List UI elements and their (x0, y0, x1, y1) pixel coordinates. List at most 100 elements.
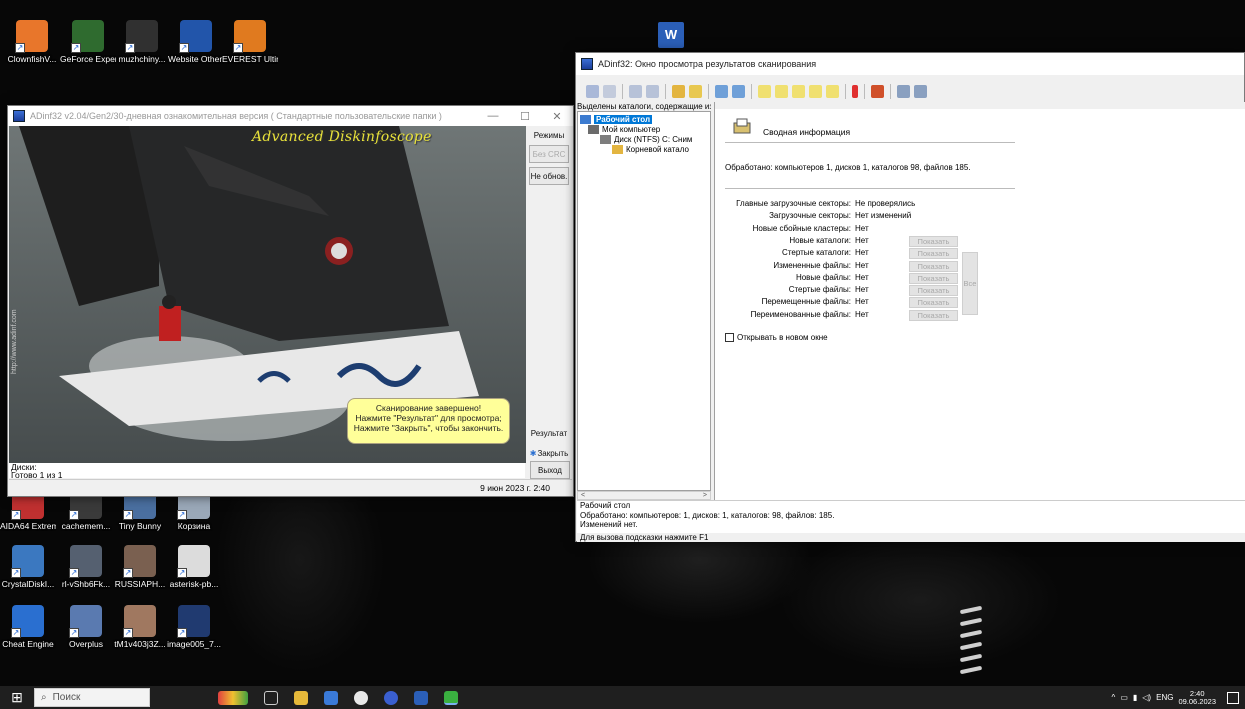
status-path: Рабочий стол (580, 501, 631, 510)
desktop-shortcut[interactable]: ↗ RUSSIAPH... (112, 545, 168, 589)
show-all-button[interactable]: Все (962, 252, 978, 315)
folder-new-icon[interactable] (672, 84, 685, 98)
show-details-button[interactable]: Показать (909, 285, 958, 297)
language-indicator[interactable]: ENG (1156, 693, 1173, 702)
summary-row-value: Нет изменений (855, 211, 912, 221)
show-details-button[interactable]: Показать (909, 248, 958, 260)
task-view-icon[interactable] (264, 690, 278, 705)
tree-item[interactable]: Диск (NTFS) C: Сним (600, 135, 692, 144)
alert-icon[interactable] (852, 84, 858, 98)
desktop-shortcut-label: Overplus (68, 639, 103, 649)
tray-expand-icon[interactable]: ^ (1112, 693, 1116, 702)
desktop-shortcut[interactable]: ↗EVEREST Ultima... (222, 20, 278, 64)
tree-item[interactable]: Корневой катало (612, 145, 689, 154)
desktop-shortcut[interactable]: ↗ Cheat Engine (0, 605, 56, 649)
summary-row: Новые каталоги: Нет Показать (715, 235, 1015, 247)
up-arrow-icon[interactable] (629, 84, 642, 98)
summary-row-key: Главные загрузочные секторы: (736, 199, 851, 208)
close-window-button[interactable]: ✕ (541, 110, 573, 123)
volume-icon[interactable]: ◁) (1142, 693, 1151, 702)
no-update-button[interactable]: Не обнов. (529, 167, 569, 185)
file-moved-icon[interactable] (809, 84, 822, 98)
main-title-bar[interactable]: ADinf32 v2.04/Gen2/30-дневная ознакомите… (8, 106, 573, 126)
tree-item-label: Мой компьютер (602, 125, 661, 134)
adinf-taskbar-icon[interactable] (444, 690, 458, 705)
taskbar-search[interactable]: ⌕ Поиск (34, 688, 150, 707)
folder-changed-icon[interactable] (689, 84, 702, 98)
toolbar-separator (890, 83, 891, 99)
desktop-shortcut[interactable]: ↗ image005_7... (166, 605, 222, 649)
tree-item[interactable]: Мой компьютер (588, 125, 660, 134)
no-crc-button[interactable]: Без CRC (529, 145, 569, 163)
results-app-icon (581, 58, 593, 70)
desktop-shortcut-label: Website Other s (168, 54, 224, 64)
adinf-main-window: ADinf32 v2.04/Gen2/30-дневная ознакомите… (7, 105, 574, 497)
word-taskbar-icon[interactable] (414, 690, 428, 705)
open-new-window-option[interactable]: Открывать в новом окне (725, 333, 828, 342)
show-details-button[interactable]: Показать (909, 297, 958, 309)
show-details-button[interactable]: Показать (909, 309, 958, 321)
shortcut-arrow-icon: ↗ (177, 568, 187, 578)
file-deleted-icon[interactable] (792, 84, 805, 98)
shortcut-arrow-icon: ↗ (179, 43, 189, 53)
show-details-button[interactable]: Показать (909, 272, 958, 284)
desktop-shortcut[interactable]: ↗GeForce Experience (60, 20, 116, 64)
balloon-line-3: Нажмите "Закрыть", чтобы закончить. (353, 423, 504, 433)
toolbar-separator (864, 83, 865, 99)
main-window-title: ADinf32 v2.04/Gen2/30-дневная ознакомите… (30, 111, 442, 121)
shortcut-arrow-icon: ↗ (123, 628, 133, 638)
window-icon[interactable] (914, 84, 927, 98)
desktop-shortcut[interactable]: ↗ tM1v403j3Z... (112, 605, 168, 649)
tree-expand-icon[interactable] (715, 84, 728, 98)
shortcut-arrow-icon: ↗ (177, 510, 187, 520)
summary-row-key: Новые каталоги: (789, 235, 851, 245)
desktop-shortcut[interactable]: ↗ ClownfishV... (4, 20, 60, 64)
file-renamed-icon[interactable] (826, 84, 839, 98)
desktop-shortcut[interactable]: ↗ Overplus (58, 605, 114, 649)
processed-summary: Обработано: компьютеров 1, дисков 1, кат… (725, 163, 971, 172)
mic-icon[interactable]: ▮ (1133, 693, 1137, 702)
down-arrow-icon[interactable] (646, 84, 659, 98)
desktop-shortcut[interactable]: ↗ muzhchiny... (114, 20, 170, 64)
shortcut-arrow-icon: ↗ (11, 510, 21, 520)
properties-icon[interactable] (897, 84, 910, 98)
close-scan-button[interactable]: ✱ Закрыть (529, 444, 569, 462)
tree-item[interactable]: Рабочий стол (580, 115, 653, 124)
chrome-icon[interactable] (384, 690, 398, 705)
file-icon: ↗ (125, 20, 158, 53)
store-icon[interactable] (324, 690, 338, 705)
scroll-right-icon[interactable]: > (703, 492, 707, 499)
desktop-shortcut[interactable]: ↗ Website Other s (168, 20, 224, 64)
forward-icon[interactable] (603, 84, 616, 98)
network-icon[interactable]: ▭ (1120, 693, 1128, 702)
tree-horizontal-scrollbar[interactable]: < > (577, 491, 711, 500)
notifications-icon[interactable] (1227, 691, 1239, 704)
tool-icon[interactable] (871, 84, 884, 98)
desktop-shortcut[interactable]: ↗ asterisk-pb... (166, 545, 222, 589)
clock[interactable]: 2:40 09.06.2023 (1178, 689, 1216, 706)
file-changed-icon[interactable] (758, 84, 771, 98)
results-title-bar[interactable]: ADinf32: Окно просмотра результатов скан… (576, 53, 1244, 75)
tree-collapse-icon[interactable] (732, 84, 745, 98)
show-details-button[interactable]: Показать (909, 260, 958, 272)
overplus-icon: ↗ (69, 605, 102, 638)
minimize-button[interactable]: — (477, 110, 509, 122)
windows-start-icon[interactable]: ⊞ (0, 686, 34, 709)
open-new-window-checkbox[interactable] (725, 333, 734, 342)
file-new-icon[interactable] (775, 84, 788, 98)
desktop-shortcut[interactable]: ↗ rl-vShb6Fk... (58, 545, 114, 589)
file-explorer-icon[interactable] (294, 690, 308, 705)
scroll-left-icon[interactable]: < (581, 492, 585, 499)
result-button[interactable]: Результат (529, 424, 569, 442)
show-details-button[interactable]: Показать (909, 235, 958, 247)
word-document-icon[interactable]: W (658, 22, 684, 48)
desktop-shortcut[interactable]: ↗ CrystalDiskI... (0, 545, 56, 589)
back-icon[interactable] (586, 84, 599, 98)
maximize-button[interactable]: ☐ (509, 110, 541, 123)
news-widget-icon[interactable] (218, 690, 248, 705)
yandex-browser-icon[interactable] (354, 690, 368, 705)
shortcut-arrow-icon: ↗ (15, 43, 25, 53)
exit-button[interactable]: Выход (530, 461, 570, 479)
shortcut-arrow-icon: ↗ (233, 43, 243, 53)
desktop-icon (580, 115, 591, 124)
